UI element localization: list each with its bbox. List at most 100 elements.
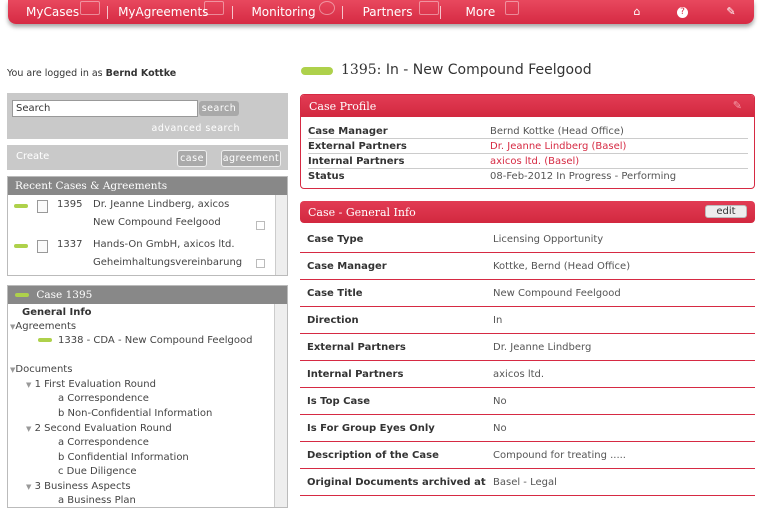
status-pill <box>14 204 28 208</box>
info-value: New Compound Feelgood <box>493 288 621 299</box>
info-value: axicos ltd. <box>493 369 545 380</box>
status-pill <box>38 338 52 342</box>
general-info-title: Case - General Info <box>308 206 416 219</box>
case-status-pill <box>301 67 333 75</box>
tree-folder[interactable]: ▼ 3 Business Aspects <box>26 481 131 492</box>
wrench-icon[interactable]: ✎ <box>724 5 738 19</box>
tree-agreement-item[interactable]: 1338 - CDA - New Compound Feelgood <box>38 335 252 346</box>
tree-folder-label: 3 Business Aspects <box>34 481 131 492</box>
create-agreement-button[interactable]: agreement <box>221 150 281 167</box>
profile-row: External Partners Dr. Jeanne Lindberg (B… <box>308 139 748 154</box>
recent-item-line1: Dr. Jeanne Lindberg, axicos <box>93 199 230 210</box>
tree-agreements[interactable]: ▼Agreements <box>10 321 76 332</box>
nav-monitoring-label: Monitoring <box>251 5 316 19</box>
open-external-icon[interactable] <box>256 221 265 230</box>
create-case-button[interactable]: case <box>177 150 207 167</box>
status-pill <box>15 293 29 297</box>
recent-item-line2: New Compound Feelgood <box>93 217 221 228</box>
nav-separator <box>440 5 442 19</box>
tree-folder-label: 2 Second Evaluation Round <box>34 423 172 434</box>
nav-separator <box>341 5 343 19</box>
login-status: You are logged in as Bernd Kottke <box>7 68 176 79</box>
info-row: Direction In <box>300 307 755 334</box>
info-row: Is For Group Eyes Only No <box>300 415 755 442</box>
create-label: Create <box>16 151 50 162</box>
nav-more[interactable]: More <box>455 1 520 19</box>
nav-mycases-label: MyCases <box>26 5 80 19</box>
info-key: Is Top Case <box>307 396 370 407</box>
info-value: Licensing Opportunity <box>493 234 604 245</box>
case-panel-header: Case 1395 <box>8 286 287 304</box>
info-value: Kottke, Bernd (Head Office) <box>493 261 631 272</box>
info-key: Is For Group Eyes Only <box>307 423 435 434</box>
nav-monitoring[interactable]: Monitoring <box>241 1 336 19</box>
info-key: Case Manager <box>307 261 387 272</box>
page-title: 1395: In - New Compound Feelgood <box>341 62 592 78</box>
tree-folder[interactable]: ▼ 1 First Evaluation Round <box>26 379 156 390</box>
open-external-icon[interactable] <box>256 259 265 268</box>
nav-partners[interactable]: Partners <box>353 1 439 19</box>
advanced-search-link[interactable]: advanced search <box>152 123 241 134</box>
info-key: External Partners <box>307 342 406 353</box>
create-panel: Create case agreement <box>7 145 288 170</box>
case-document-icon <box>37 200 48 213</box>
search-button[interactable]: search <box>199 101 239 116</box>
info-row: Internal Partners axicos ltd. <box>300 361 755 388</box>
tree-leaf[interactable]: a Correspondence <box>58 437 149 448</box>
recent-item-line1: Hands-On GmbH, axicos ltd. <box>93 239 235 250</box>
info-value: In <box>493 315 503 326</box>
case-panel-title: Case 1395 <box>36 289 93 301</box>
profile-link[interactable]: axicos ltd. (Basel) <box>490 156 579 167</box>
nav-mycases[interactable]: MyCases <box>16 1 100 19</box>
tree-leaf[interactable]: b Confidential Information <box>58 452 189 463</box>
case-title: In - New Compound Feelgood <box>385 62 592 78</box>
nav-more-label: More <box>465 5 496 19</box>
recent-scrollbar[interactable] <box>275 195 287 275</box>
info-key: Internal Partners <box>307 369 404 380</box>
folder-icon <box>80 1 100 15</box>
case-tree-panel: Case 1395 General Info ▼Agreements 1338 … <box>7 285 288 508</box>
edit-button[interactable]: edit <box>705 205 747 218</box>
expand-triangle-icon: ▼ <box>26 425 32 433</box>
info-row: Case Manager Kottke, Bernd (Head Office) <box>300 253 755 280</box>
recent-title: Recent Cases & Agreements <box>8 177 287 195</box>
tree-leaf[interactable]: a Business Plan <box>58 495 136 506</box>
wrench-icon[interactable]: ✎ <box>733 99 742 112</box>
case-tree-scrollbar[interactable] <box>274 304 287 507</box>
info-key: Case Title <box>307 288 363 299</box>
tree-folder[interactable]: ▼ 2 Second Evaluation Round <box>26 423 172 434</box>
agreement-document-icon <box>37 240 48 253</box>
tree-general-info[interactable]: General Info <box>22 307 92 318</box>
case-profile-title: Case Profile <box>309 100 377 113</box>
info-value: No <box>493 396 507 407</box>
recent-item[interactable]: 1395 Dr. Jeanne Lindberg, axicos New Com… <box>8 197 276 237</box>
info-row: Original Documents archived at Basel - Le… <box>300 469 755 496</box>
search-input[interactable] <box>12 100 198 117</box>
help-icon[interactable]: ? <box>677 7 688 18</box>
tree-agreement-item-label: 1338 - CDA - New Compound Feelgood <box>58 335 253 346</box>
recent-item[interactable]: 1337 Hands-On GmbH, axicos ltd. Geheimha… <box>8 237 276 277</box>
status-pill <box>14 244 28 248</box>
tree-leaf[interactable]: c Due Diligence <box>58 466 137 477</box>
recent-item-line2: Geheimhaltungsvereinbarung <box>93 257 243 268</box>
nav-myagreements[interactable]: MyAgreements <box>108 1 225 19</box>
partners-icon <box>418 1 439 15</box>
info-row: External Partners Dr. Jeanne Lindberg <box>300 334 755 361</box>
profile-key: External Partners <box>308 141 407 152</box>
info-shield-icon <box>505 1 520 15</box>
info-row: Description of the Case Compound for trea… <box>300 442 755 469</box>
recent-item-number: 1337 <box>57 239 83 250</box>
tree-documents[interactable]: ▼Documents <box>10 364 72 375</box>
expand-triangle-icon: ▼ <box>26 483 32 491</box>
profile-key: Case Manager <box>308 126 388 137</box>
tree-leaf[interactable]: a Correspondence <box>58 393 149 404</box>
info-value: No <box>493 423 507 434</box>
profile-link[interactable]: Dr. Jeanne Lindberg (Basel) <box>490 141 626 152</box>
tree-leaf[interactable]: b Non-Confidential Information <box>58 408 212 419</box>
profile-row: Case Manager Bernd Kottke (Head Office) <box>308 124 748 139</box>
profile-value: 08-Feb-2012 In Progress - Performing <box>490 171 677 182</box>
case-number: 1395: <box>341 62 382 78</box>
general-info-panel: Case - General Info edit Case Type Licens… <box>300 201 755 508</box>
home-icon[interactable]: ⌂ <box>630 5 644 19</box>
recent-item-number: 1395 <box>57 199 83 210</box>
